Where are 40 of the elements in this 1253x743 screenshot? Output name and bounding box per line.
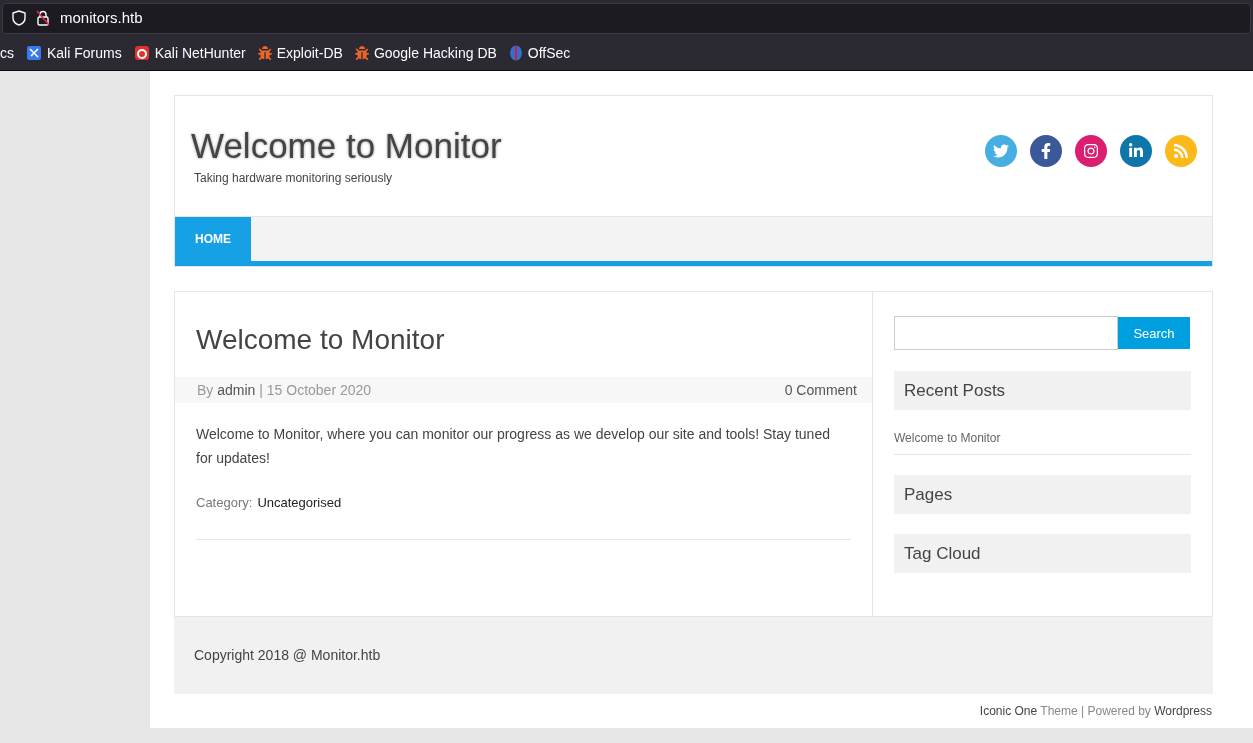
post-byline: By admin | 15 October 2020 — [197, 380, 372, 400]
theme-link[interactable]: Iconic One — [979, 704, 1038, 719]
instagram-link[interactable] — [1075, 135, 1107, 168]
bookmark-link[interactable]: cs — [0, 42, 14, 64]
bookmark-link[interactable]: OffSec — [508, 42, 571, 64]
offsec-bookmark-icon — [508, 45, 523, 62]
address-bar[interactable]: monitors.htb — [2, 2, 1251, 34]
in-icon — [1128, 143, 1144, 160]
url-text[interactable]: monitors.htb — [60, 6, 143, 30]
bookmark-link[interactable]: Kali Forums — [26, 42, 122, 64]
post-body: Welcome to Monitor, where you can monitor our progress as we develop our site and tools! Stay tuned for updates! — [195, 425, 831, 469]
widget-title: Pages — [894, 475, 1191, 515]
linkedin-link[interactable] — [1120, 135, 1152, 168]
shield-icon[interactable] — [12, 10, 26, 27]
insecure-lock-icon[interactable] — [36, 10, 50, 27]
widget-title: Recent Posts — [894, 371, 1191, 411]
bookmark-link[interactable]: Exploit-DB — [257, 42, 343, 64]
theme-credit: Iconic One Theme | Powered by Wordpress — [979, 703, 1212, 721]
search-field[interactable] — [894, 316, 1118, 351]
copyright-text: Copyright 2018 @ Monitor.htb — [194, 646, 381, 666]
author-link[interactable]: admin — [217, 381, 256, 398]
wordpress-link[interactable]: Wordpress — [1154, 704, 1212, 719]
recent-post-link[interactable]: Welcome to Monitor — [894, 410, 1191, 456]
nethunter-bookmark-icon — [133, 45, 150, 62]
post-title[interactable]: Welcome to Monitor — [175, 322, 872, 359]
widget-title: Tag Cloud — [894, 534, 1191, 574]
site-tagline: Taking hardware monitoring seriously — [194, 169, 394, 187]
bug-icon — [257, 46, 272, 61]
category-link[interactable]: Uncategorised — [257, 493, 342, 513]
facebook-link[interactable] — [1030, 135, 1062, 168]
bug-icon — [354, 46, 369, 61]
bookmark-link[interactable]: Kali NetHunter — [133, 42, 246, 64]
category-label: Category: — [196, 494, 253, 513]
rss-icon — [1173, 143, 1189, 160]
camera-icon — [1083, 143, 1099, 160]
bird-icon — [993, 143, 1009, 160]
comment-link[interactable]: 0 Comment — [784, 379, 857, 401]
bookmark-link[interactable]: Google Hacking DB — [354, 42, 497, 64]
forum-bookmark-icon — [26, 45, 42, 62]
site-title[interactable]: Welcome to Monitor — [191, 125, 502, 166]
